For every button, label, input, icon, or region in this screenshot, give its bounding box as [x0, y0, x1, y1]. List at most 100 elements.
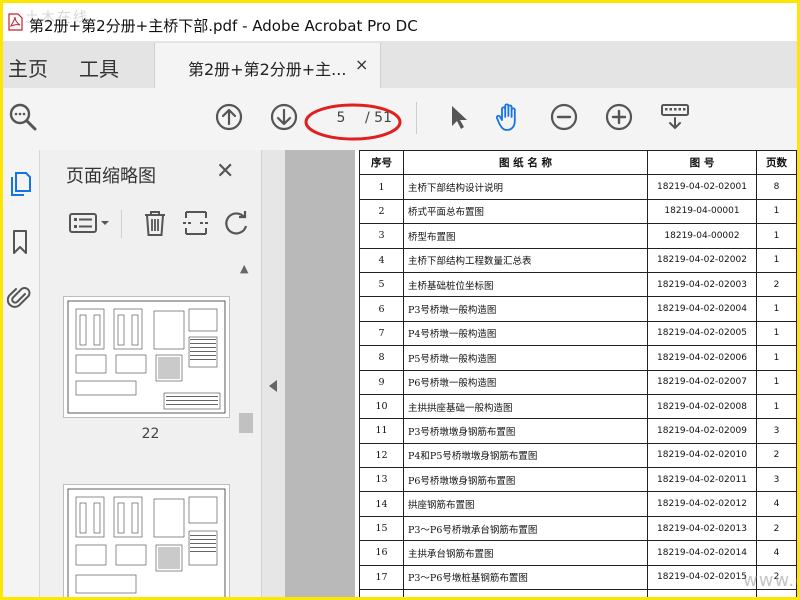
cell-code: 18219-04-00002	[647, 223, 757, 249]
page-up-icon[interactable]	[213, 101, 245, 133]
cell-no: 17	[359, 564, 404, 591]
cell-name: 主拱承台钢筋布置图	[403, 540, 648, 566]
panel-toolbar	[40, 202, 261, 246]
cell-code: 18219-04-02-02005	[647, 320, 757, 347]
cell-no: 18	[359, 589, 404, 597]
cell-code: 18219-04-02-02007	[647, 369, 757, 395]
cell-no: 6	[359, 296, 404, 322]
tab-home[interactable]: 主页	[8, 53, 48, 82]
cell-pages: 1	[756, 198, 797, 225]
watermark-text: www.cnddo.com	[743, 570, 797, 591]
table-row: 2 桥式平面总布置图 18219-04-00001 1	[359, 198, 797, 225]
attachment-icon[interactable]	[7, 284, 33, 312]
cell-no: 5	[359, 271, 404, 298]
delete-trash-icon[interactable]	[140, 208, 170, 238]
cell-pages: 1	[756, 345, 797, 371]
extract-pages-icon[interactable]	[181, 208, 211, 238]
cell-code: 18219-04-02-02008	[647, 393, 757, 420]
cell-no: 7	[359, 320, 404, 347]
table-row: 7 P4号桥墩一般构造图 18219-04-02-02005 1	[359, 320, 797, 347]
panel-toolbar-divider	[121, 210, 122, 238]
cell-pages: 2	[756, 515, 797, 542]
page-thumbnail[interactable]	[63, 484, 230, 597]
scroll-up-icon[interactable]: ▲	[240, 262, 248, 275]
cell-no: 4	[359, 247, 404, 273]
cell-no: 12	[359, 442, 404, 469]
close-tab-icon[interactable]: ×	[355, 55, 368, 74]
thumbnail-list: 22	[40, 260, 261, 597]
thumbnail-page-label: 22	[141, 426, 160, 442]
page-thumbnail[interactable]	[63, 296, 230, 418]
cell-name: P3号桥墩一般构造图	[403, 296, 648, 322]
cell-code: 18219-04-02-02013	[647, 515, 757, 542]
cell-no: 11	[359, 418, 404, 444]
cell-no: 13	[359, 467, 404, 493]
cell-pages: 1	[756, 296, 797, 322]
table-row: 11 P3号桥墩墩身钢筋布置图 18219-04-02-02009 3	[359, 418, 797, 444]
acrobat-window: 土木在线 第2册+第2分册+主桥下部.pdf - Adobe Acrobat P…	[3, 3, 797, 597]
cell-pages: 1	[756, 247, 797, 273]
cell-name: 主桥下部结构工程数量汇总表	[403, 247, 648, 273]
table-row: 1 主桥下部结构设计说明 18219-04-02-02001 8	[359, 174, 797, 200]
cell-no: 1	[359, 174, 404, 200]
total-pages-label: / 51	[365, 110, 392, 126]
cell-pages: 2	[756, 442, 797, 469]
bookmark-icon[interactable]	[7, 228, 33, 256]
cell-name: 主桥下部结构设计说明	[403, 174, 648, 200]
close-panel-icon[interactable]: ✕	[216, 159, 234, 184]
pdf-page: 序号 图 纸 名 称 图 号 页数 1 主桥下部结构设计说明 18219-04-02…	[355, 150, 797, 597]
panel-title: 页面缩略图	[66, 166, 156, 187]
cell-no: 9	[359, 369, 404, 395]
header-no: 序号	[359, 150, 404, 176]
cell-name: 桥式平面总布置图	[403, 198, 648, 225]
cell-pages: 3	[756, 418, 797, 444]
zoom-in-icon[interactable]	[603, 101, 635, 133]
cell-code: 18219-04-02-02010	[647, 442, 757, 469]
hand-tool-icon[interactable]	[493, 101, 525, 133]
table-row: 15 P3～P6号桥墩承台钢筋布置图 18219-04-02-02013 2	[359, 515, 797, 542]
cell-name: P4和P5号桥墩墩身钢筋布置图	[403, 442, 648, 469]
document-viewer[interactable]: 序号 图 纸 名 称 图 号 页数 1 主桥下部结构设计说明 18219-04-02…	[285, 150, 797, 597]
cell-name: P3～P6号墩桩基钢筋布置图	[403, 564, 648, 591]
panel-collapse-strip[interactable]	[261, 150, 286, 597]
page-down-icon[interactable]	[268, 101, 300, 133]
left-navigation-rail	[3, 150, 40, 597]
keyboard-scroll-icon[interactable]	[659, 101, 691, 133]
search-zoom-icon[interactable]	[7, 101, 39, 133]
cell-no: 3	[359, 223, 404, 249]
page-thumbnails-panel: 页面缩略图 ✕ 22 ▲	[40, 150, 261, 597]
cell-code: 18219-04-02-02012	[647, 491, 757, 517]
options-menu-icon[interactable]	[68, 208, 112, 238]
thumbnail-scrollbar[interactable]: ▲	[237, 260, 255, 597]
cell-name: P3号桥墩墩身钢筋布置图	[403, 418, 648, 444]
cell-pages: 8	[756, 174, 797, 200]
scrollbar-thumb[interactable]	[239, 413, 253, 433]
cell-code: 18219-04-02-02011	[647, 467, 757, 493]
table-row: 4 主桥下部结构工程数量汇总表 18219-04-02-02002 1	[359, 247, 797, 273]
rotate-page-icon[interactable]	[222, 208, 252, 238]
cell-code: 18219-04-00001	[647, 198, 757, 225]
zoom-out-icon[interactable]	[548, 101, 580, 133]
table-row: 14 拱座钢筋布置图 18219-04-02-02012 4	[359, 491, 797, 517]
cell-name: P3～P6号桥墩承台钢筋布置图	[403, 515, 648, 542]
current-page-input[interactable]: 5	[321, 110, 361, 126]
tab-document[interactable]: 第2册+第2分册+主... ×	[154, 43, 381, 88]
select-arrow-icon[interactable]	[443, 101, 475, 133]
tab-bar: 主页 工具 第2册+第2分册+主... ×	[3, 41, 797, 88]
header-name: 图 纸 名 称	[403, 150, 648, 176]
table-row: 5 主桥基础桩位坐标图 18219-04-02-02003 2	[359, 271, 797, 298]
page-thumbnails-icon[interactable]	[7, 170, 33, 198]
cell-name: P6号桥墩墩身钢筋布置图	[403, 467, 648, 493]
cell-no: 2	[359, 198, 404, 225]
tab-tools[interactable]: 工具	[79, 53, 119, 82]
table-row: 18主拱桩基钢筋布置图18219-04-02-020162	[359, 589, 797, 597]
cell-pages: 4	[756, 491, 797, 517]
page-number-field[interactable]: 5 / 51	[321, 106, 401, 132]
cell-pages: 2	[756, 271, 797, 298]
cell-name: 主拱桩基钢筋布置图	[403, 589, 648, 597]
cell-no: 14	[359, 491, 404, 517]
cell-name: 拱座钢筋布置图	[403, 491, 648, 517]
toolbar: 5 / 51	[3, 88, 797, 151]
window-title: 第2册+第2分册+主桥下部.pdf - Adobe Acrobat Pro DC	[29, 17, 418, 35]
collapse-arrow-icon[interactable]	[269, 380, 277, 392]
